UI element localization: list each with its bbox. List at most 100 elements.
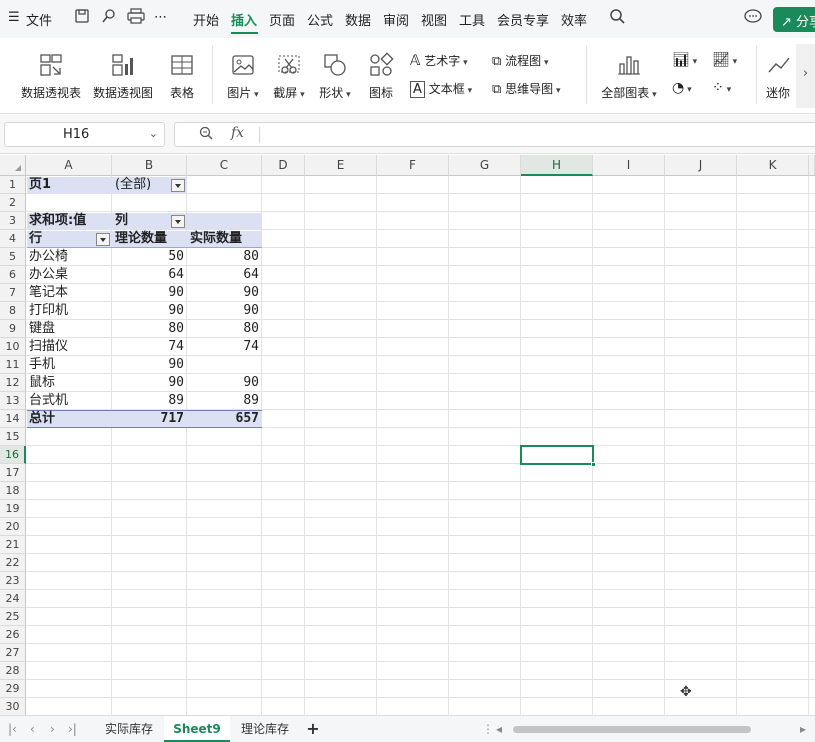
name-box[interactable]: H16 ⌄ xyxy=(4,122,165,147)
pivot-total-label[interactable]: 总计 xyxy=(26,410,112,428)
column-header-d[interactable]: D xyxy=(262,155,305,176)
page-filter-dropdown[interactable] xyxy=(171,179,185,192)
sheet-tab[interactable]: 实际库存 xyxy=(96,716,162,742)
horizontal-scrollbar[interactable] xyxy=(513,726,751,733)
row-header[interactable]: 11 xyxy=(0,356,26,374)
tab-view[interactable]: 视图 xyxy=(421,10,447,29)
file-menu[interactable]: 文件 xyxy=(26,10,52,29)
row-header[interactable]: 19 xyxy=(0,500,26,518)
row-header-selected[interactable]: 16 xyxy=(0,446,26,464)
next-sheet-icon[interactable]: › xyxy=(50,722,55,736)
row-header[interactable]: 24 xyxy=(0,590,26,608)
row-header[interactable]: 8 xyxy=(0,302,26,320)
row-header[interactable]: 22 xyxy=(0,554,26,572)
row-header[interactable]: 29 xyxy=(0,680,26,698)
tab-data[interactable]: 数据 xyxy=(345,10,371,29)
pivot-header-actual[interactable]: 实际数量 xyxy=(187,230,262,248)
ribbon-scroll-right-icon[interactable]: › xyxy=(796,44,815,108)
column-header-b[interactable]: B xyxy=(112,155,187,176)
row-header[interactable]: 5 xyxy=(0,248,26,266)
column-header-f[interactable]: F xyxy=(377,155,449,176)
column-header-a[interactable]: A xyxy=(26,155,112,176)
column-header-c[interactable]: C xyxy=(187,155,262,176)
zoom-icon[interactable] xyxy=(199,126,213,144)
icon-button[interactable]: 图标 xyxy=(366,50,396,101)
picture-button[interactable]: 图片 ▾ xyxy=(224,50,262,101)
pivot-row-name[interactable]: 办公桌 xyxy=(26,266,112,284)
tab-formulas[interactable]: 公式 xyxy=(307,10,333,29)
last-sheet-icon[interactable]: ›| xyxy=(68,722,77,736)
column-header-i[interactable]: I xyxy=(593,155,665,176)
pivot-actual-value[interactable] xyxy=(187,356,262,374)
row-header[interactable]: 6 xyxy=(0,266,26,284)
spreadsheet-grid[interactable]: A B C D E F G H I J K 1 2 3 4 5 6 7 8 9 … xyxy=(0,155,815,716)
pivot-row-name[interactable]: 鼠标 xyxy=(26,374,112,392)
pivot-actual-value[interactable]: 74 xyxy=(187,338,262,356)
row-header[interactable]: 20 xyxy=(0,518,26,536)
line-chart-button[interactable]: 📈︎ ▾ xyxy=(712,52,737,68)
pivot-theory-value[interactable]: 90 xyxy=(112,356,187,374)
screenshot-button[interactable]: 截屏 ▾ xyxy=(270,50,308,101)
scroll-left-icon[interactable]: ◂ xyxy=(496,722,502,736)
search-icon[interactable] xyxy=(609,8,625,28)
pivot-theory-value[interactable]: 90 xyxy=(112,302,187,320)
pivot-theory-value[interactable]: 90 xyxy=(112,374,187,392)
text-box-button[interactable]: A 文本框 ▾ xyxy=(410,80,472,98)
pivot-actual-value[interactable]: 80 xyxy=(187,248,262,266)
pie-chart-button[interactable]: ◔ ▾ xyxy=(672,80,692,96)
row-header[interactable]: 28 xyxy=(0,662,26,680)
print-icon[interactable] xyxy=(127,8,145,28)
column-header-h[interactable]: H xyxy=(521,155,593,176)
add-sheet-button[interactable]: + xyxy=(302,716,324,742)
pivot-table-button[interactable]: 数据透视表 xyxy=(20,50,82,101)
pivot-header-theory[interactable]: 理论数量 xyxy=(112,230,187,248)
word-art-button[interactable]: 𝔸 艺术字 ▾ xyxy=(410,52,468,69)
pivot-row-name[interactable]: 手机 xyxy=(26,356,112,374)
pivot-row-name[interactable]: 笔记本 xyxy=(26,284,112,302)
flowchart-button[interactable]: ⧉ 流程图 ▾ xyxy=(492,52,549,69)
share-button[interactable]: ↗ 分享 xyxy=(773,7,815,32)
tab-efficiency[interactable]: 效率 xyxy=(561,10,587,29)
pivot-total-actual[interactable]: 657 xyxy=(187,410,262,428)
fx-icon[interactable]: fx xyxy=(231,125,244,141)
pivot-actual-value[interactable]: 90 xyxy=(187,374,262,392)
pivot-actual-value[interactable]: 90 xyxy=(187,302,262,320)
pivot-row-name[interactable]: 键盘 xyxy=(26,320,112,338)
column-filter-dropdown[interactable] xyxy=(171,215,185,228)
row-header[interactable]: 12 xyxy=(0,374,26,392)
tab-insert[interactable]: 插入 xyxy=(231,10,257,29)
row-header[interactable]: 15 xyxy=(0,428,26,446)
row-filter-dropdown[interactable] xyxy=(96,233,110,246)
table-button[interactable]: 表格 xyxy=(166,50,198,101)
pivot-row-name[interactable]: 打印机 xyxy=(26,302,112,320)
row-header[interactable]: 26 xyxy=(0,626,26,644)
scatter-chart-button[interactable]: ⁘ ▾ xyxy=(712,80,731,96)
first-sheet-icon[interactable]: |‹ xyxy=(8,722,17,736)
pivot-theory-value[interactable]: 89 xyxy=(112,392,187,410)
pivot-total-theory[interactable]: 717 xyxy=(112,410,187,428)
format-painter-icon[interactable] xyxy=(101,8,117,28)
shape-button[interactable]: 形状 ▾ xyxy=(316,50,354,101)
comment-cloud-icon[interactable] xyxy=(744,8,762,28)
row-header[interactable]: 25 xyxy=(0,608,26,626)
sheet-tab[interactable]: 理论库存 xyxy=(232,716,298,742)
column-header-e[interactable]: E xyxy=(305,155,377,176)
pivot-theory-value[interactable]: 80 xyxy=(112,320,187,338)
mind-map-button[interactable]: ⧉ 思维导图 ▾ xyxy=(492,80,561,97)
pivot-theory-value[interactable]: 90 xyxy=(112,284,187,302)
row-header[interactable]: 23 xyxy=(0,572,26,590)
column-header-j[interactable]: J xyxy=(665,155,737,176)
pivot-theory-value[interactable]: 74 xyxy=(112,338,187,356)
row-header[interactable]: 10 xyxy=(0,338,26,356)
column-header-l[interactable] xyxy=(809,155,815,176)
row-header[interactable]: 17 xyxy=(0,464,26,482)
pivot-theory-value[interactable]: 64 xyxy=(112,266,187,284)
sheet-tab-active[interactable]: Sheet9 xyxy=(164,716,230,742)
pivot-theory-value[interactable]: 50 xyxy=(112,248,187,266)
hamburger-icon[interactable]: ☰ xyxy=(8,10,20,25)
chevron-down-icon[interactable]: ⌄ xyxy=(149,127,158,140)
column-chart-button[interactable]: 📊︎ ▾ xyxy=(672,52,697,68)
column-header-g[interactable]: G xyxy=(449,155,521,176)
row-header[interactable]: 7 xyxy=(0,284,26,302)
row-header[interactable]: 4 xyxy=(0,230,26,248)
